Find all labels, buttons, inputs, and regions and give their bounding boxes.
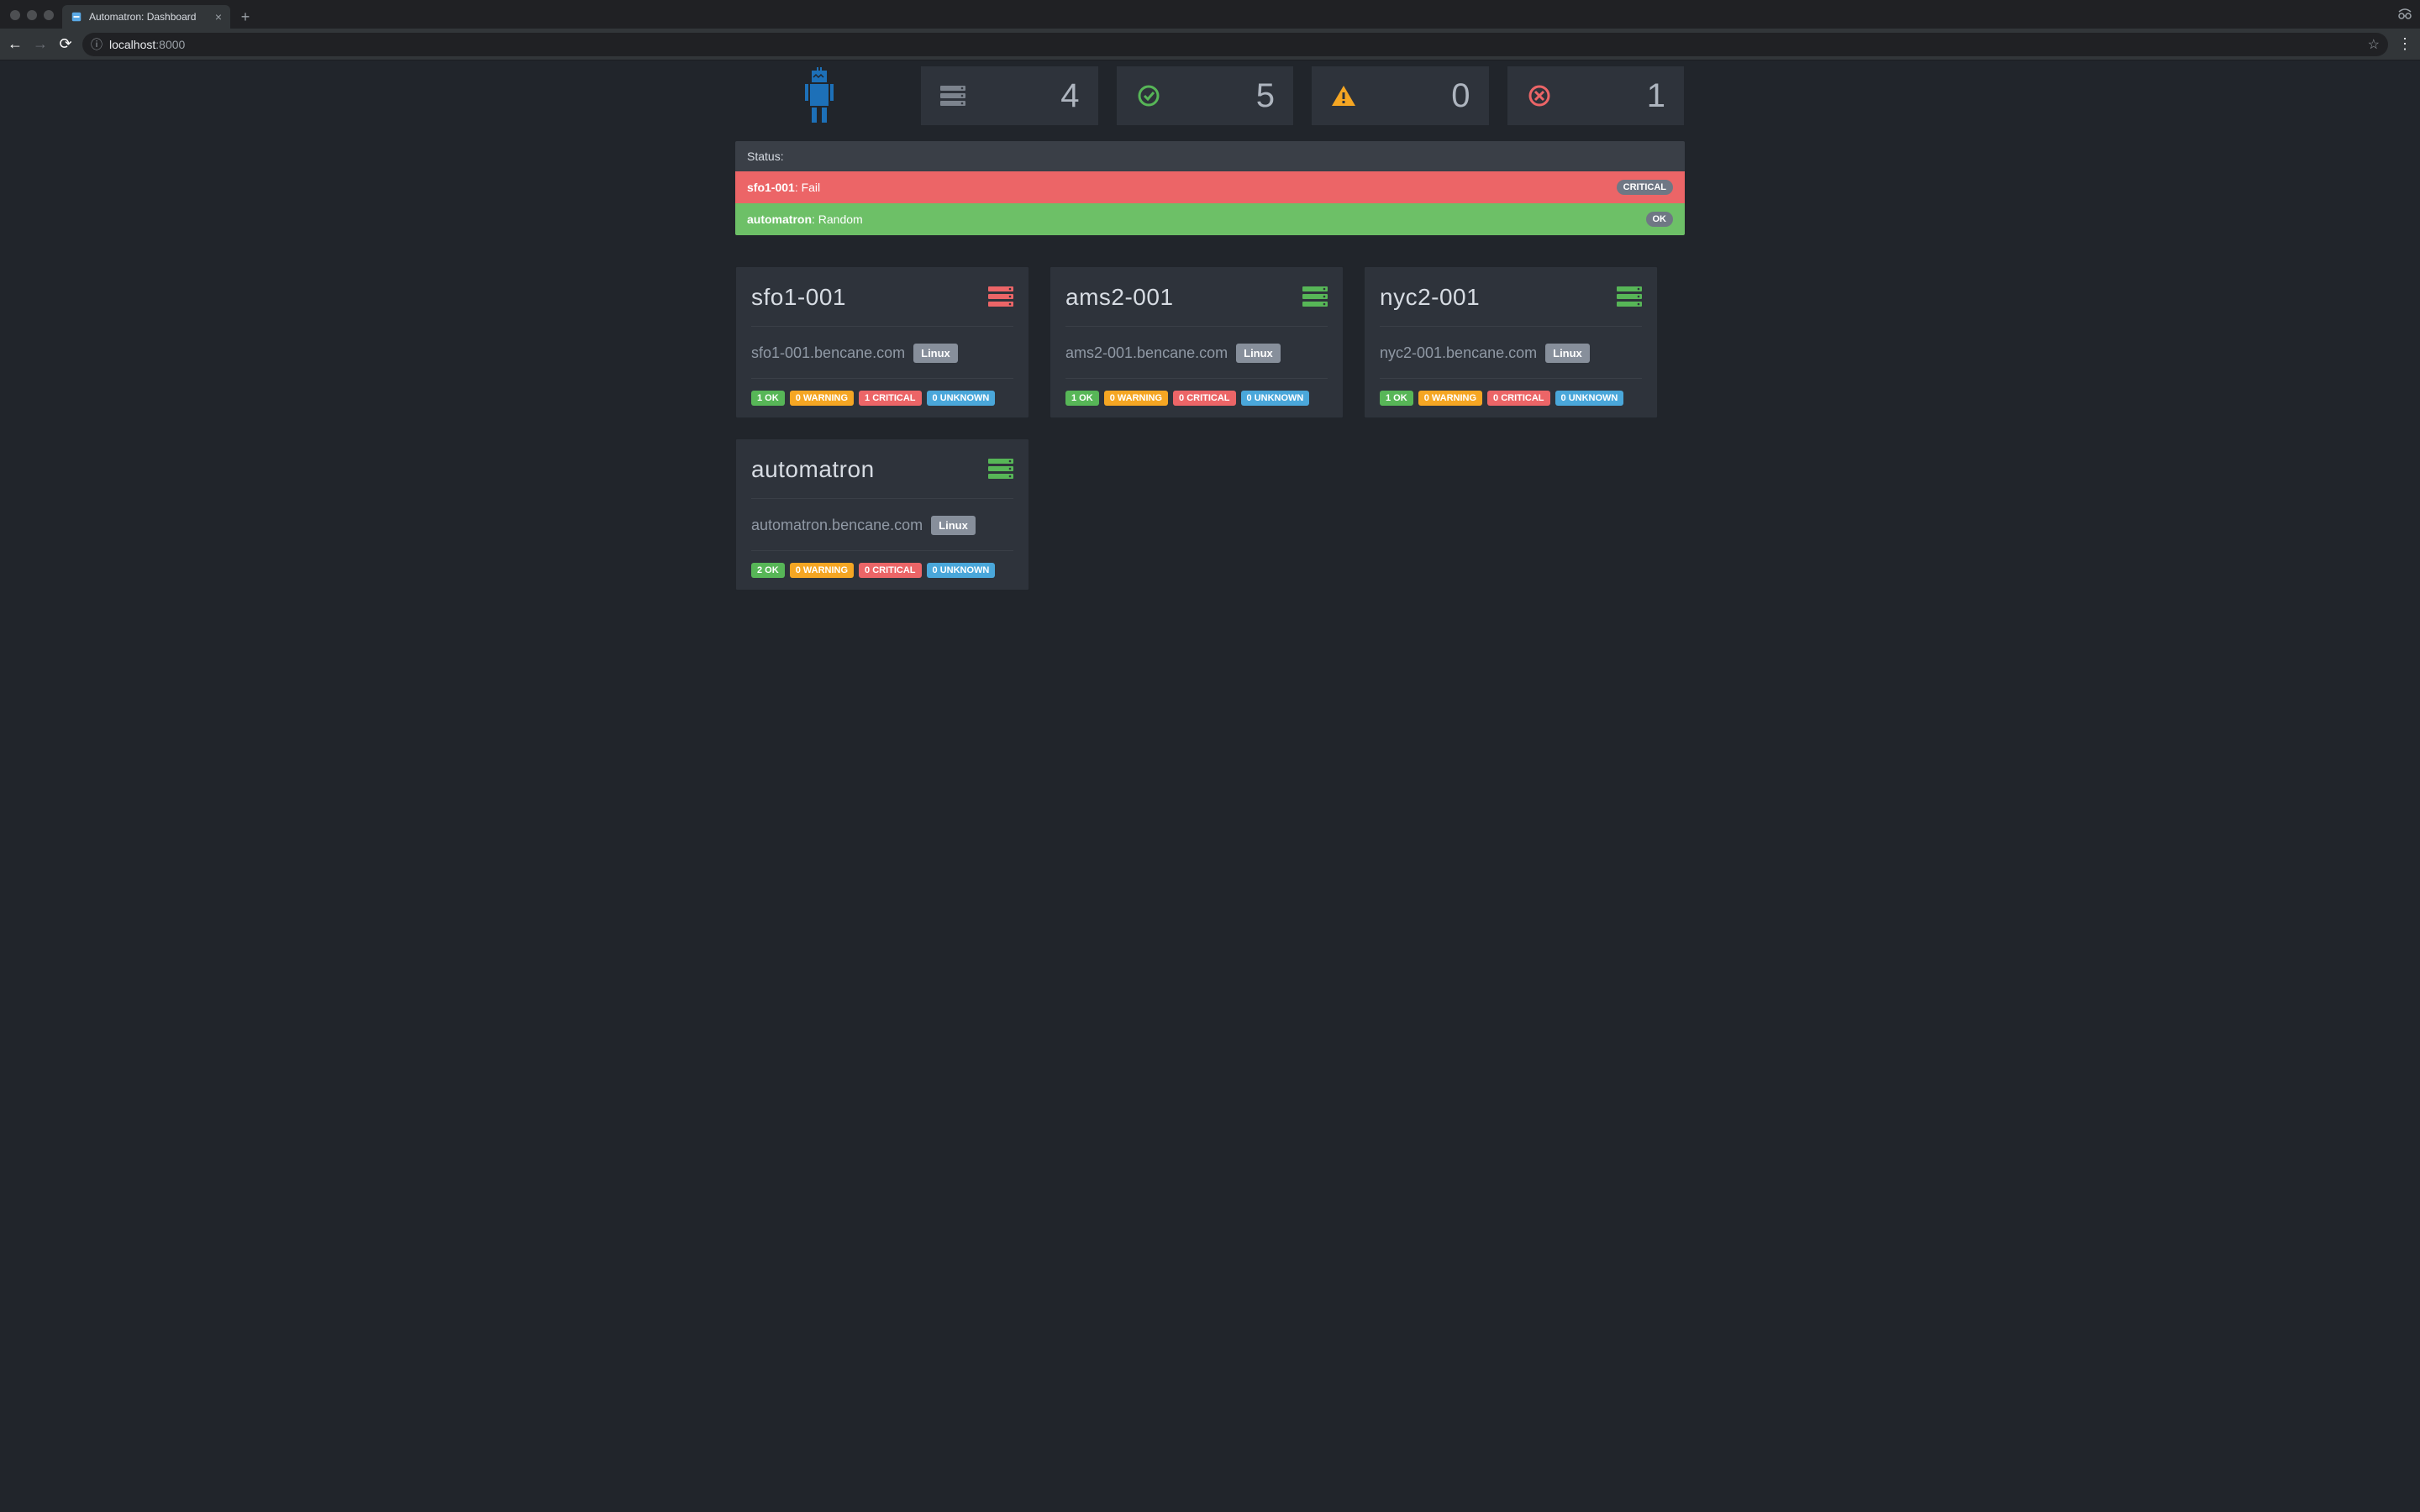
status-host: automatron (747, 213, 812, 226)
pill-ok: 1 OK (751, 391, 785, 406)
os-chip: Linux (1236, 344, 1281, 363)
tab-close-icon[interactable]: × (215, 11, 222, 23)
pill-ok: 1 OK (1380, 391, 1413, 406)
pill-unknown: 0 UNKNOWN (1241, 391, 1310, 406)
server-card[interactable]: sfo1-001 sfo1-001.bencane.com Linux 1 OK… (735, 266, 1029, 418)
server-status-icon (1617, 286, 1642, 309)
status-pills: 1 OK 0 WARNING 0 CRITICAL 0 UNKNOWN (1380, 379, 1642, 406)
server-fqdn: automatron.bencane.com (751, 517, 923, 534)
summary-warning-count: 0 (1360, 77, 1474, 115)
window-close-icon[interactable] (10, 10, 20, 20)
pill-critical: 0 CRITICAL (1173, 391, 1236, 406)
pill-warning: 0 WARNING (1104, 391, 1168, 406)
server-card[interactable]: automatron automatron.bencane.com Linux … (735, 438, 1029, 591)
summary-critical-count: 1 (1556, 77, 1670, 115)
status-pills: 1 OK 0 WARNING 0 CRITICAL 0 UNKNOWN (1065, 379, 1328, 406)
reload-button[interactable]: ⟳ (57, 35, 74, 53)
pill-critical: 1 CRITICAL (859, 391, 922, 406)
status-pills: 1 OK 0 WARNING 1 CRITICAL 0 UNKNOWN (751, 379, 1013, 406)
window-minimize-icon[interactable] (27, 10, 37, 20)
pill-critical: 0 CRITICAL (1487, 391, 1550, 406)
pill-critical: 0 CRITICAL (859, 563, 922, 578)
status-panel: Status: sfo1-001: Fail CRITICAL automatr… (735, 141, 1685, 235)
summary-critical: 1 (1507, 66, 1686, 126)
browser-tab[interactable]: Automatron: Dashboard × (62, 5, 230, 29)
info-icon: ⓘ (91, 36, 103, 53)
server-name: automatron (751, 456, 875, 483)
tab-favicon-icon (71, 11, 82, 23)
os-chip: Linux (931, 516, 976, 535)
status-msg: : Fail (795, 181, 820, 194)
container: 4 5 0 1 Status: (735, 60, 1685, 591)
browser-toolbar: ← → ⟳ ⓘ localhost:8000 ☆ ⋮ (0, 29, 2420, 60)
summary-warning: 0 (1311, 66, 1490, 126)
server-fqdn: sfo1-001.bencane.com (751, 344, 905, 362)
pill-warning: 0 WARNING (790, 391, 854, 406)
server-name: sfo1-001 (751, 284, 846, 311)
pill-unknown: 0 UNKNOWN (927, 391, 996, 406)
status-badge: OK (1646, 212, 1674, 227)
bookmark-icon[interactable]: ☆ (2368, 36, 2380, 53)
pill-unknown: 0 UNKNOWN (927, 563, 996, 578)
tab-strip: Automatron: Dashboard × + (0, 0, 2420, 29)
back-button[interactable]: ← (7, 35, 24, 53)
warning-icon (1327, 85, 1360, 107)
summary-ok-count: 5 (1165, 77, 1279, 115)
server-status-icon (988, 286, 1013, 309)
new-tab-button[interactable]: + (234, 7, 257, 27)
window-zoom-icon[interactable] (44, 10, 54, 20)
server-status-icon (988, 459, 1013, 481)
browser-chrome: Automatron: Dashboard × + ← → ⟳ ⓘ localh… (0, 0, 2420, 60)
server-card[interactable]: nyc2-001 nyc2-001.bencane.com Linux 1 OK… (1364, 266, 1658, 418)
app-logo (735, 66, 903, 126)
status-header: Status: (735, 141, 1685, 171)
server-fqdn: nyc2-001.bencane.com (1380, 344, 1537, 362)
pill-warning: 0 WARNING (1418, 391, 1482, 406)
pill-ok: 1 OK (1065, 391, 1099, 406)
summary-servers: 4 (920, 66, 1099, 126)
browser-menu-icon[interactable]: ⋮ (2396, 35, 2413, 53)
divider (735, 250, 1685, 251)
critical-icon (1523, 84, 1556, 108)
summary-servers-count: 4 (970, 77, 1083, 115)
os-chip: Linux (913, 344, 958, 363)
forward-button[interactable]: → (32, 35, 49, 53)
robot-icon (802, 67, 837, 124)
status-badge: CRITICAL (1617, 180, 1673, 195)
pill-warning: 0 WARNING (790, 563, 854, 578)
summary-row: 4 5 0 1 (735, 66, 1685, 126)
status-row[interactable]: automatron: Random OK (735, 203, 1685, 235)
status-host: sfo1-001 (747, 181, 795, 194)
url-port: :8000 (155, 38, 185, 51)
ok-icon (1132, 84, 1165, 108)
pill-ok: 2 OK (751, 563, 785, 578)
page: 4 5 0 1 Status: (0, 60, 2420, 591)
url-host: localhost (109, 38, 155, 51)
pill-unknown: 0 UNKNOWN (1555, 391, 1624, 406)
server-name: nyc2-001 (1380, 284, 1480, 311)
incognito-icon (2396, 8, 2413, 29)
server-name: ams2-001 (1065, 284, 1174, 311)
os-chip: Linux (1545, 344, 1590, 363)
server-cards: sfo1-001 sfo1-001.bencane.com Linux 1 OK… (735, 266, 1685, 591)
server-card[interactable]: ams2-001 ams2-001.bencane.com Linux 1 OK… (1050, 266, 1344, 418)
window-controls[interactable] (7, 10, 62, 29)
summary-ok: 5 (1116, 66, 1295, 126)
status-row[interactable]: sfo1-001: Fail CRITICAL (735, 171, 1685, 203)
server-fqdn: ams2-001.bencane.com (1065, 344, 1228, 362)
address-bar[interactable]: ⓘ localhost:8000 ☆ (82, 33, 2388, 56)
server-icon (936, 86, 970, 106)
status-msg: : Random (812, 213, 863, 226)
tab-title: Automatron: Dashboard (89, 11, 196, 23)
status-pills: 2 OK 0 WARNING 0 CRITICAL 0 UNKNOWN (751, 551, 1013, 578)
server-status-icon (1302, 286, 1328, 309)
